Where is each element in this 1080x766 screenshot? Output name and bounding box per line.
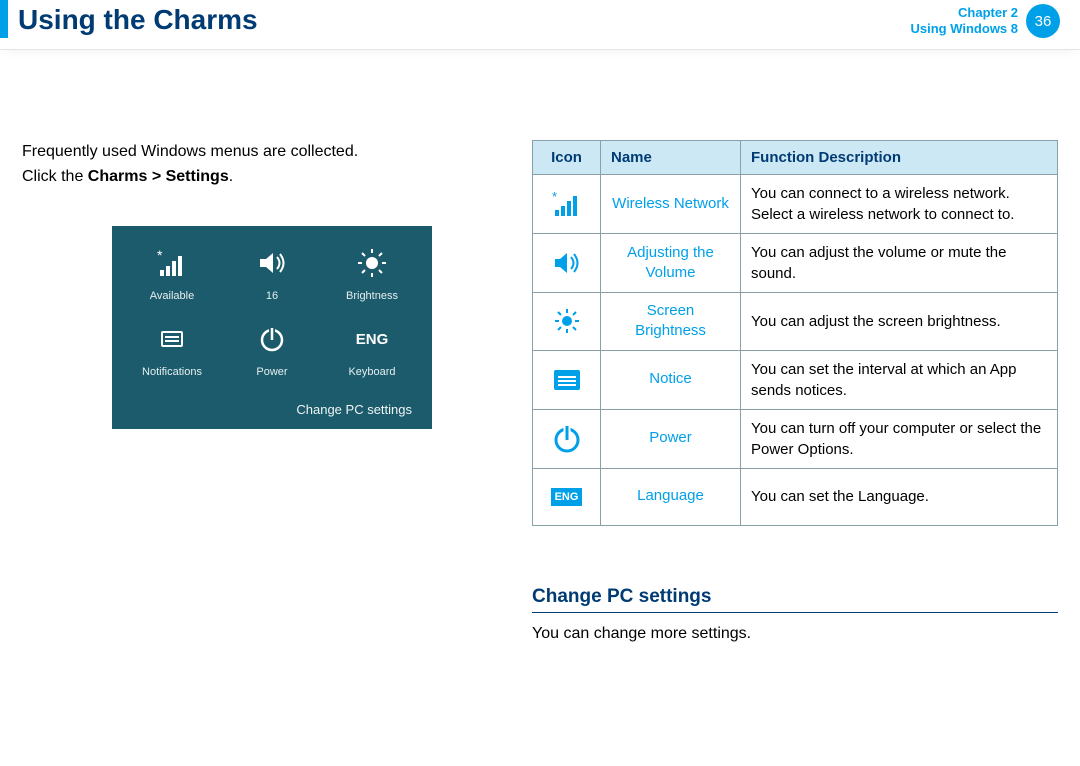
tile-brightness[interactable]: Brightness xyxy=(322,244,422,302)
tile-brightness-label: Brightness xyxy=(322,290,422,302)
brightness-icon xyxy=(322,244,422,282)
power-icon xyxy=(222,320,322,358)
table-row: Adjusting the Volume You can adjust the … xyxy=(533,234,1058,293)
click-suffix: . xyxy=(229,168,233,185)
tile-network[interactable]: * Available xyxy=(122,244,222,302)
page-number-badge: 36 xyxy=(1026,4,1060,38)
table-header-row: Icon Name Function Description xyxy=(533,141,1058,175)
click-instruction: Click the Charms > Settings. xyxy=(22,168,492,186)
tile-keyboard[interactable]: ENG Keyboard xyxy=(322,320,422,378)
tile-network-label: Available xyxy=(122,290,222,302)
icon-cell xyxy=(533,293,601,351)
click-bold: Charms > Settings xyxy=(88,168,229,185)
name-cell: Notice xyxy=(601,350,741,409)
header-accent xyxy=(0,0,8,38)
notifications-icon xyxy=(122,320,222,358)
tile-notifications-label: Notifications xyxy=(122,366,222,378)
settings-panel: * Available xyxy=(112,226,432,429)
keyboard-code: ENG xyxy=(356,331,389,348)
eng-badge: ENG xyxy=(551,488,583,506)
name-cell: Screen Brightness xyxy=(601,293,741,351)
notifications-icon xyxy=(543,360,590,400)
wifi-signal-icon: * xyxy=(122,244,222,282)
table-row: Screen Brightness You can adjust the scr… xyxy=(533,293,1058,351)
brightness-icon xyxy=(543,301,590,341)
icon-cell xyxy=(533,409,601,468)
name-cell: Wireless Network xyxy=(601,175,741,234)
header-meta: Chapter 2 Using Windows 8 36 xyxy=(911,4,1061,38)
table-row: * Wireless Network You can connect to a … xyxy=(533,175,1058,234)
desc-cell: You can adjust the screen brightness. xyxy=(741,293,1058,351)
desc-cell: You can turn off your computer or select… xyxy=(741,409,1058,468)
change-pc-settings-link[interactable]: Change PC settings xyxy=(122,402,422,417)
desc-cell: You can adjust the volume or mute the so… xyxy=(741,234,1058,293)
power-icon xyxy=(543,419,590,459)
icon-cell xyxy=(533,234,601,293)
table-row: Notice You can set the interval at which… xyxy=(533,350,1058,409)
language-badge-icon: ENG xyxy=(322,320,422,358)
wifi-signal-icon: * xyxy=(543,184,590,224)
icon-cell xyxy=(533,350,601,409)
name-cell: Language xyxy=(601,468,741,525)
svg-text:*: * xyxy=(552,190,557,204)
language-badge-icon: ENG xyxy=(543,477,590,517)
tile-notifications[interactable]: Notifications xyxy=(122,320,222,378)
page-header: Using the Charms Chapter 2 Using Windows… xyxy=(0,0,1080,50)
tile-power-label: Power xyxy=(222,366,322,378)
name-cell: Adjusting the Volume xyxy=(601,234,741,293)
th-name: Name xyxy=(601,141,741,175)
table-row: Power You can turn off your computer or … xyxy=(533,409,1058,468)
chapter-label: Chapter 2 Using Windows 8 xyxy=(911,5,1019,36)
section-line: Using Windows 8 xyxy=(911,21,1019,37)
click-prefix: Click the xyxy=(22,168,88,185)
table-row: ENG Language You can set the Language. xyxy=(533,468,1058,525)
th-icon: Icon xyxy=(533,141,601,175)
desc-cell: You can set the Language. xyxy=(741,468,1058,525)
tile-volume-label: 16 xyxy=(222,290,322,302)
chapter-line: Chapter 2 xyxy=(911,5,1019,21)
subsection-heading: Change PC settings xyxy=(532,586,1058,613)
desc-cell: You can connect to a wireless network. S… xyxy=(741,175,1058,234)
column-right: Icon Name Function Description * xyxy=(532,140,1058,643)
icon-cell: ENG xyxy=(533,468,601,525)
column-left: Frequently used Windows menus are collec… xyxy=(22,140,492,643)
subsection-text: You can change more settings. xyxy=(532,625,1058,643)
desc-cell: You can set the interval at which an App… xyxy=(741,350,1058,409)
settings-grid: * Available xyxy=(122,244,422,378)
content-columns: Frequently used Windows menus are collec… xyxy=(0,50,1080,643)
tile-keyboard-label: Keyboard xyxy=(322,366,422,378)
speaker-icon xyxy=(543,243,590,283)
th-desc: Function Description xyxy=(741,141,1058,175)
intro-text: Frequently used Windows menus are collec… xyxy=(22,140,492,164)
tile-volume[interactable]: 16 xyxy=(222,244,322,302)
function-table: Icon Name Function Description * xyxy=(532,140,1058,526)
name-cell: Power xyxy=(601,409,741,468)
icon-cell: * xyxy=(533,175,601,234)
svg-text:*: * xyxy=(157,248,163,263)
tile-power[interactable]: Power xyxy=(222,320,322,378)
speaker-icon xyxy=(222,244,322,282)
